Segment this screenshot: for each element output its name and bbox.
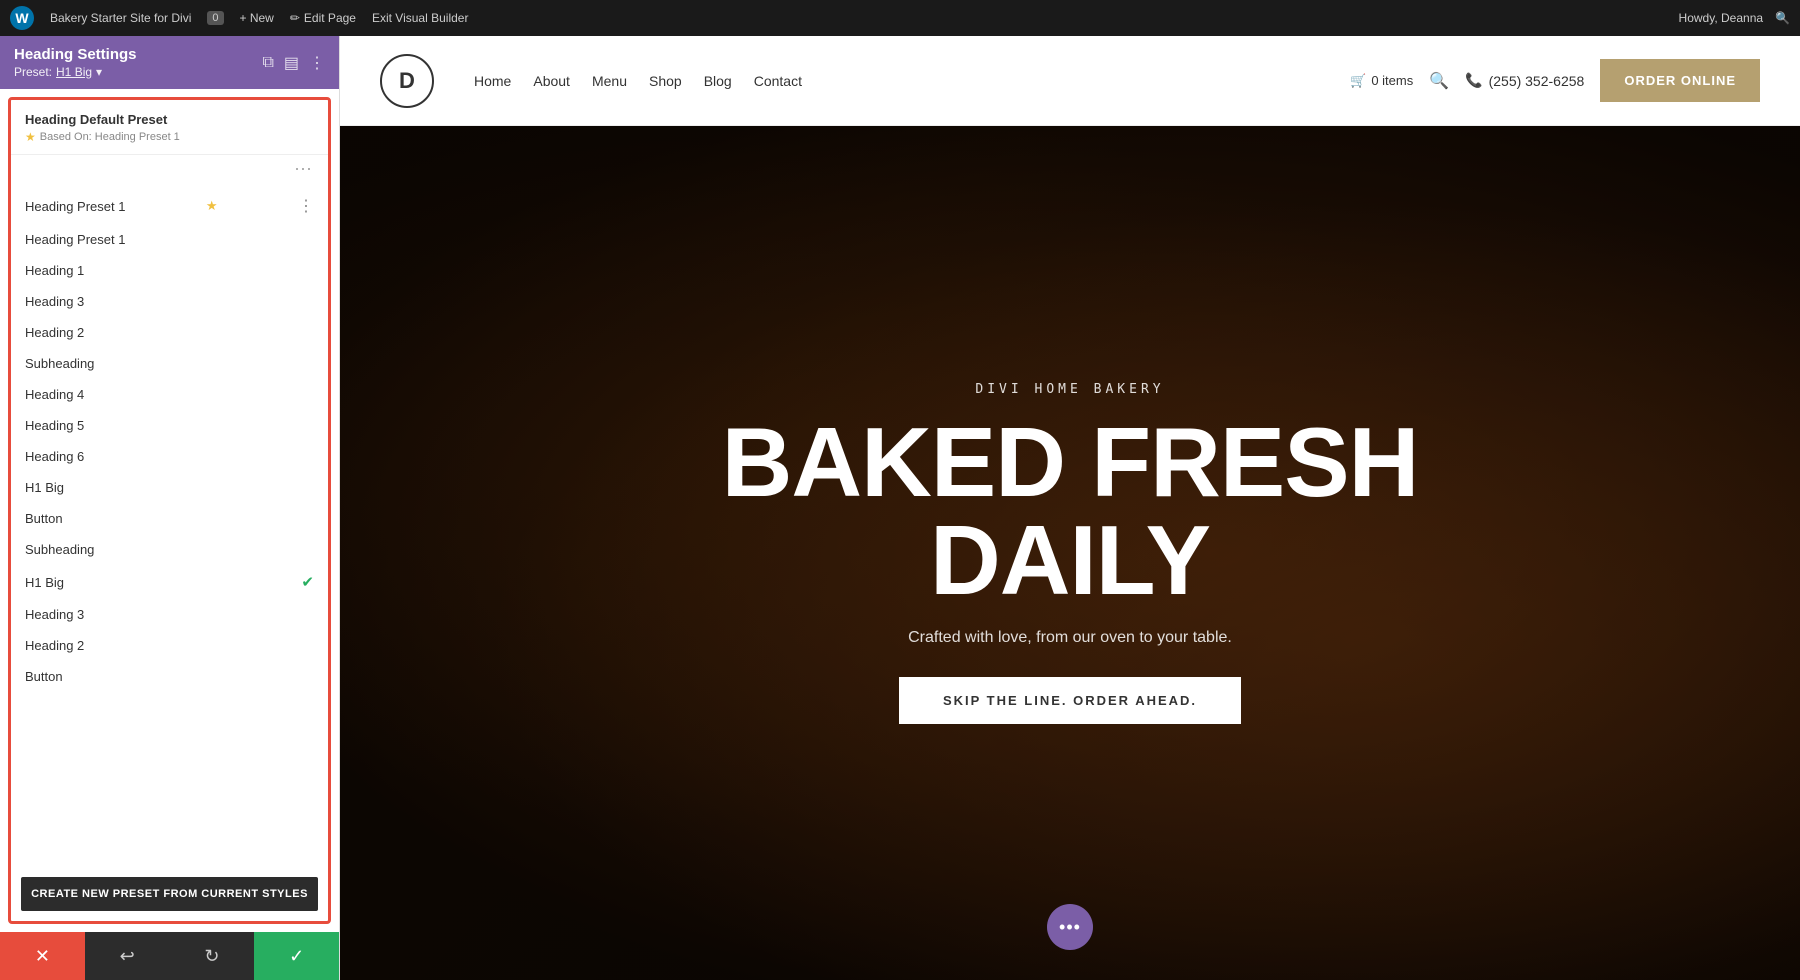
site-logo[interactable]: D (380, 54, 434, 108)
preset-item-label: Subheading (25, 356, 94, 371)
preset-item-label: Button (25, 669, 63, 684)
admin-bar: W Bakery Starter Site for Divi 0 + New ✏… (0, 0, 1800, 36)
preset-item[interactable]: Heading 2 (11, 630, 328, 661)
preset-item-label: H1 Big (25, 575, 64, 590)
default-preset-sub: ★ Based On: Heading Preset 1 (25, 130, 314, 144)
site-nav-right: 🛒 0 items 🔍 📞 (255) 352-6258 ORDER ONLIN… (1350, 59, 1760, 102)
panel-header-left: Heading Settings Preset: H1 Big ▾ (14, 46, 137, 79)
preset-item[interactable]: Subheading (11, 534, 328, 565)
panel-more-icon[interactable]: ⋮ (309, 53, 325, 73)
panel-title: Heading Settings (14, 46, 137, 63)
left-panel: Heading Settings Preset: H1 Big ▾ ⧉ ▤ ⋮ … (0, 36, 340, 980)
admin-howdy: Howdy, Deanna (1679, 11, 1764, 25)
floating-dots-icon: ••• (1059, 918, 1081, 936)
site-nav: D Home About Menu Shop Blog Contact 🛒 0 … (340, 36, 1800, 126)
preset-item-label: Button (25, 511, 63, 526)
phone-wrap: 📞 (255) 352-6258 (1465, 72, 1584, 89)
admin-comments[interactable]: 0 (207, 11, 223, 25)
bottom-toolbar: ✕ ↩ ↻ ✓ (0, 932, 339, 980)
hero-tagline: Crafted with love, from our oven to your… (722, 629, 1419, 647)
nav-menu[interactable]: Menu (592, 73, 627, 89)
default-preset-title: Heading Default Preset (25, 112, 314, 127)
site-nav-links: Home About Menu Shop Blog Contact (474, 73, 802, 89)
default-preset-row[interactable]: Heading Default Preset ★ Based On: Headi… (11, 100, 328, 155)
preset-item-label: Subheading (25, 542, 94, 557)
admin-search-icon[interactable]: 🔍 (1775, 11, 1790, 25)
preset-star-icon[interactable]: ★ (206, 198, 218, 214)
preset-list: Heading Preset 1★⋮Heading Preset 1Headin… (11, 184, 328, 869)
preset-item[interactable]: Button (11, 661, 328, 692)
preset-item-label: H1 Big (25, 480, 64, 495)
floating-menu-button[interactable]: ••• (1047, 904, 1093, 950)
preset-dots-icon[interactable]: ⋮ (298, 196, 314, 216)
redo-button[interactable]: ↻ (170, 932, 255, 980)
cart-bag-icon: 🛒 (1350, 73, 1366, 89)
preset-options-dots[interactable]: ⋯ (294, 159, 314, 180)
preset-item[interactable]: Button (11, 503, 328, 534)
preset-item[interactable]: Heading 6 (11, 441, 328, 472)
panel-header-icons: ⧉ ▤ ⋮ (262, 53, 325, 73)
preset-item-label: Heading 6 (25, 449, 84, 464)
preset-item-label: Heading 1 (25, 263, 84, 278)
panel-copy-icon[interactable]: ⧉ (262, 54, 273, 72)
panel-subtitle: Preset: H1 Big ▾ (14, 65, 137, 79)
default-preset-star: ★ (25, 130, 36, 144)
nav-home[interactable]: Home (474, 73, 511, 89)
cart-icon[interactable]: 🛒 0 items (1350, 73, 1413, 89)
save-button[interactable]: ✓ (254, 932, 339, 980)
hero-section: DIVI HOME BAKERY BAKED FRESHDAILY Crafte… (340, 126, 1800, 980)
preset-item-label: Heading 5 (25, 418, 84, 433)
panel-layout-icon[interactable]: ▤ (284, 53, 299, 73)
preset-item[interactable]: Heading 4 (11, 379, 328, 410)
preset-item-label: Heading 3 (25, 294, 84, 309)
preset-item-label: Heading 4 (25, 387, 84, 402)
nav-shop[interactable]: Shop (649, 73, 682, 89)
preset-check-icon: ✔ (301, 573, 314, 591)
preset-item-label: Heading 3 (25, 607, 84, 622)
search-icon[interactable]: 🔍 (1429, 71, 1449, 91)
admin-exit-vb[interactable]: Exit Visual Builder (372, 11, 469, 25)
undo-button[interactable]: ↩ (85, 932, 170, 980)
hero-subtitle: DIVI HOME BAKERY (722, 382, 1419, 397)
preset-item[interactable]: H1 Big (11, 472, 328, 503)
preset-item[interactable]: Heading Preset 1 ★ ⋮ (11, 188, 328, 224)
site-preview: D Home About Menu Shop Blog Contact 🛒 0 … (340, 36, 1800, 980)
create-preset-button[interactable]: CREATE NEW PRESET FROM CURRENT STYLES (21, 877, 318, 911)
preset-item[interactable]: Heading 2 (11, 317, 328, 348)
preset-item[interactable]: Heading 3 (11, 286, 328, 317)
preset-item-label: Heading Preset 1 (25, 232, 125, 247)
admin-edit-page[interactable]: ✏ Edit Page (290, 11, 356, 25)
preset-item-label: Heading 2 (25, 638, 84, 653)
nav-contact[interactable]: Contact (754, 73, 802, 89)
order-online-button[interactable]: ORDER ONLINE (1600, 59, 1760, 102)
admin-site-name[interactable]: Bakery Starter Site for Divi (50, 11, 191, 25)
main-layout: Heading Settings Preset: H1 Big ▾ ⧉ ▤ ⋮ … (0, 36, 1800, 980)
preset-item-label: Heading Preset 1 (25, 199, 125, 214)
hero-title: BAKED FRESHDAILY (722, 413, 1419, 609)
panel-header: Heading Settings Preset: H1 Big ▾ ⧉ ▤ ⋮ (0, 36, 339, 89)
admin-new[interactable]: + New (240, 11, 274, 25)
cancel-button[interactable]: ✕ (0, 932, 85, 980)
preset-list-dots: ⋯ (11, 155, 328, 184)
preset-item[interactable]: Heading 5 (11, 410, 328, 441)
preset-item[interactable]: Subheading (11, 348, 328, 379)
hero-content: DIVI HOME BAKERY BAKED FRESHDAILY Crafte… (702, 382, 1439, 724)
admin-bar-right: Howdy, Deanna 🔍 (1679, 11, 1790, 25)
preset-item[interactable]: Heading Preset 1 (11, 224, 328, 255)
hero-cta-button[interactable]: SKIP THE LINE. ORDER AHEAD. (899, 677, 1241, 724)
preset-item[interactable]: Heading 3 (11, 599, 328, 630)
preset-item[interactable]: Heading 1 (11, 255, 328, 286)
nav-blog[interactable]: Blog (704, 73, 732, 89)
wp-logo[interactable]: W (10, 6, 34, 30)
preset-dropdown: Heading Default Preset ★ Based On: Headi… (8, 97, 331, 924)
preset-item-label: Heading 2 (25, 325, 84, 340)
nav-about[interactable]: About (533, 73, 570, 89)
preset-item[interactable]: H1 Big ✔ (11, 565, 328, 599)
phone-icon: 📞 (1465, 72, 1482, 89)
